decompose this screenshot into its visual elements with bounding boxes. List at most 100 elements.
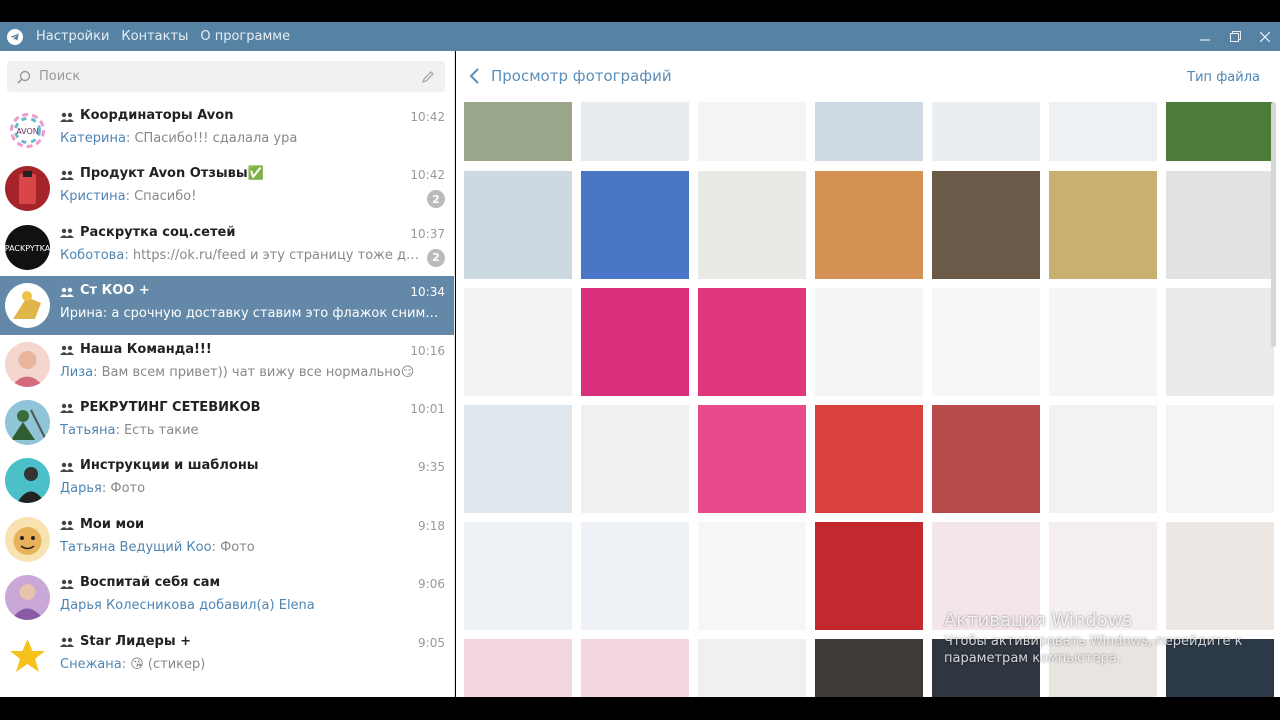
chat-message: а срочную доставку ставим это флажок сни… (111, 306, 443, 322)
photo-thumbnail[interactable] (1049, 102, 1157, 161)
chat-item-coordinators-avon[interactable]: AVON Координаторы Avon 10:42 Катерина: С… (0, 101, 454, 159)
search-input[interactable] (7, 69, 387, 84)
photo-thumbnail[interactable] (815, 102, 923, 161)
menu-about[interactable]: О программе (194, 29, 296, 44)
chat-item-st-koo[interactable]: Ст КОО + 10:34 Ирина: а срочную доставку… (0, 276, 454, 335)
chat-message: Есть такие (123, 422, 199, 438)
chat-sender: Лиза (60, 364, 94, 380)
photo-thumbnail[interactable] (581, 405, 689, 513)
photo-thumbnail[interactable] (464, 171, 572, 279)
photo-thumbnail[interactable] (815, 288, 923, 396)
group-icon (60, 461, 74, 472)
chat-sender: Ирина (60, 306, 103, 322)
chat-title: Star Лидеры + (80, 633, 191, 649)
group-icon (60, 344, 74, 356)
group-icon (60, 578, 74, 589)
chat-item-our-team[interactable]: Наша Команда!!! 10:16 Лиза: Вам всем при… (0, 335, 454, 393)
minimize-icon[interactable] (1190, 22, 1220, 51)
chat-time: 10:37 (410, 226, 445, 241)
scrollbar-thumb[interactable] (1271, 102, 1276, 347)
chat-time: 10:34 (410, 285, 445, 300)
menu-settings[interactable]: Настройки (30, 29, 115, 44)
screen-bottom-border (0, 697, 1280, 720)
back-arrow-icon[interactable] (468, 67, 480, 89)
photo-thumbnail[interactable] (815, 405, 923, 513)
photo-thumbnail[interactable] (932, 102, 1040, 161)
avatar: AVON (5, 108, 50, 153)
photo-thumbnail[interactable] (464, 102, 572, 161)
photo-thumbnail[interactable] (1166, 171, 1274, 279)
photo-thumbnail[interactable] (932, 405, 1040, 513)
file-type-button[interactable]: Тип файла (1187, 70, 1260, 85)
chat-sender: Татьяна (60, 422, 116, 438)
chat-item-social-promotion[interactable]: PACKPYTKA Раскрутка соц.сетей 10:37 Кобо… (0, 218, 454, 276)
chat-item-my-my[interactable]: Мои мои 9:18 Татьяна Ведущий Коо: Фото (0, 510, 454, 568)
photo-thumbnail[interactable] (464, 405, 572, 513)
photo-thumbnail[interactable] (1049, 171, 1157, 279)
photo-thumbnail[interactable] (698, 288, 806, 396)
photo-grid-scrollbar[interactable] (1271, 102, 1276, 697)
chat-title: Ст КОО + (80, 283, 150, 299)
photo-thumbnail[interactable] (1166, 102, 1274, 161)
compose-pencil-icon[interactable] (421, 69, 435, 88)
chat-title: Продукт Avon Отзывы✅ (80, 166, 264, 182)
screen-top-border (0, 0, 1280, 22)
windows-activation-title: Активация Windows (944, 610, 1132, 631)
photo-thumbnail[interactable] (1166, 405, 1274, 513)
photo-thumbnail[interactable] (932, 171, 1040, 279)
photo-thumbnail[interactable] (698, 171, 806, 279)
chat-item-instructions-templates[interactable]: Инструкции и шаблоны 9:35 Дарья: Фото (0, 451, 454, 509)
chat-sender: Снежана (60, 656, 122, 672)
page-title: Просмотр фотографий (491, 67, 672, 85)
photo-thumbnail[interactable] (581, 102, 689, 161)
photo-thumbnail[interactable] (581, 171, 689, 279)
photo-thumbnail[interactable] (698, 405, 806, 513)
chat-time: 10:16 (410, 343, 445, 358)
chat-sidebar: AVON Координаторы Avon 10:42 Катерина: С… (0, 51, 455, 697)
photo-thumbnail[interactable] (1049, 405, 1157, 513)
photo-thumbnail[interactable] (1049, 288, 1157, 396)
svg-text:PACKPYTKA: PACKPYTKA (5, 244, 50, 253)
chat-preview: Катерина: СПасибо!!! сдалала ура (60, 131, 298, 146)
photo-thumbnail[interactable] (698, 639, 806, 697)
photo-thumbnail[interactable] (464, 522, 572, 630)
photo-thumbnail[interactable] (815, 171, 923, 279)
photo-thumbnail[interactable] (581, 522, 689, 630)
chat-time: 9:35 (418, 460, 445, 475)
photo-thumbnail[interactable] (698, 102, 806, 161)
chat-time: 10:42 (410, 110, 445, 124)
chat-sender: Катерина (60, 131, 126, 146)
avatar (5, 633, 50, 679)
chat-message: Фото (220, 539, 255, 555)
avatar: PACKPYTKA (5, 224, 50, 270)
photo-thumbnail[interactable] (698, 522, 806, 630)
photo-thumbnail[interactable] (1166, 288, 1274, 396)
chat-item-star-leaders[interactable]: Star Лидеры + 9:05 Снежана: 😘 (стикер) (0, 627, 454, 685)
chat-item-product-avon-reviews[interactable]: Продукт Avon Отзывы✅ 10:42 Кристина: Спа… (0, 159, 454, 217)
chat-item-educate-yourself[interactable]: Воспитай себя сам 9:06 Дарья Колесникова… (0, 568, 454, 626)
avatar (5, 458, 50, 504)
chat-preview: Татьяна Ведущий Коо: Фото (60, 539, 255, 555)
photo-thumbnail[interactable] (581, 639, 689, 697)
photo-thumbnail[interactable] (815, 639, 923, 697)
photo-thumbnail[interactable] (932, 288, 1040, 396)
close-icon[interactable] (1250, 22, 1280, 51)
chat-title: РЕКРУТИНГ СЕТЕВИКОВ (80, 399, 261, 415)
photo-thumbnail[interactable] (1166, 522, 1274, 630)
chat-preview: Татьяна: Есть такие (60, 422, 199, 438)
photo-viewer-panel: Просмотр фотографий Тип файла (456, 51, 1280, 697)
menu-contacts[interactable]: Контакты (115, 29, 194, 44)
chat-sender: Кристина (60, 189, 126, 205)
photo-thumbnail[interactable] (464, 288, 572, 396)
chat-message: 😘 (стикер) (130, 656, 206, 672)
photo-thumbnail[interactable] (464, 639, 572, 697)
maximize-icon[interactable] (1220, 22, 1250, 51)
chat-item-network-recruiting[interactable]: РЕКРУТИНГ СЕТЕВИКОВ 10:01 Татьяна: Есть … (0, 393, 454, 451)
chat-message: Фото (110, 481, 146, 497)
group-icon (60, 636, 74, 648)
photo-thumbnail[interactable] (581, 288, 689, 396)
photo-thumbnail[interactable] (815, 522, 923, 630)
title-bar: Настройки Контакты О программе (0, 22, 1280, 51)
chat-preview: Кристина: Спасибо! (60, 189, 197, 205)
chat-preview: Лиза: Вам всем привет)) чат вижу все нор… (60, 364, 415, 380)
